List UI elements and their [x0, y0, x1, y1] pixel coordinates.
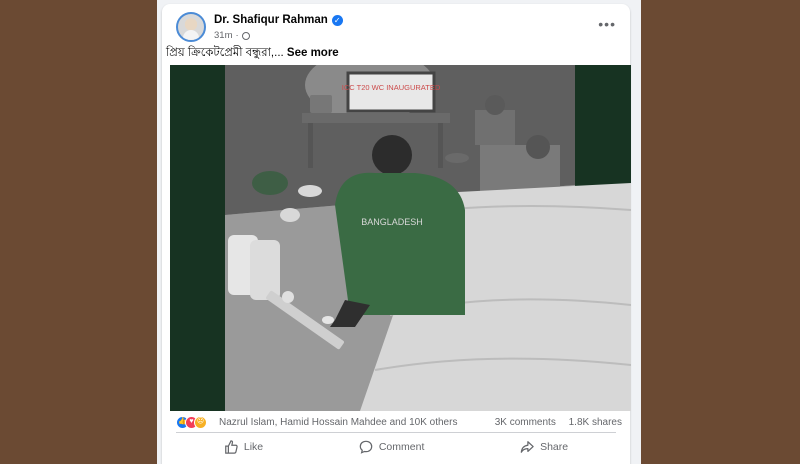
share-label: Share: [540, 441, 569, 453]
like-label: Like: [243, 441, 264, 453]
thumbs-up-icon: [224, 440, 238, 454]
reactions-row: 👍 ♥ ☹ Nazrul Islam, Hamid Hossain Mahdee…: [176, 414, 622, 432]
separator-dot: ·: [235, 30, 239, 41]
comment-button[interactable]: Comment: [349, 435, 435, 459]
post-header: Dr. Shafiqur Rahman ✓ 31m · •••: [176, 12, 620, 48]
post-actions: Like Comment Share: [176, 435, 616, 459]
shares-count[interactable]: 1.8K shares: [569, 417, 622, 428]
globe-icon: [241, 31, 250, 40]
see-more-link[interactable]: See more: [287, 47, 339, 59]
author-name[interactable]: Dr. Shafiqur Rahman: [214, 14, 328, 26]
post-text: প্রিয় ক্রিকেটপ্রেমী বন্ধুরা,... See mor…: [166, 44, 339, 63]
share-button[interactable]: Share: [510, 435, 578, 459]
share-icon: [520, 441, 534, 453]
post-image[interactable]: ICC T20 WC INAUGURATED BANGLADESH: [170, 65, 631, 411]
comments-count[interactable]: 3K comments: [495, 417, 556, 428]
tv-text: ICC T20 WC INAUGURATED: [342, 83, 441, 92]
verified-badge-icon: ✓: [331, 14, 343, 26]
post-text-content: প্রিয় ক্রিকেটপ্রেমী বন্ধুরা,...: [166, 47, 284, 59]
post-card: Dr. Shafiqur Rahman ✓ 31m · ••• প্রিয় ক…: [162, 4, 631, 464]
reaction-icons[interactable]: 👍 ♥ ☹: [176, 416, 207, 429]
comment-icon: [359, 440, 373, 454]
reaction-names[interactable]: Nazrul Islam, Hamid Hossain Mahdee and 1…: [219, 417, 457, 428]
comment-label: Comment: [378, 441, 425, 453]
sad-reaction-icon: ☹: [194, 416, 207, 429]
like-button[interactable]: Like: [214, 435, 273, 459]
post-time[interactable]: 31m: [214, 30, 232, 41]
actions-divider: [176, 432, 616, 433]
post-meta: 31m ·: [214, 30, 250, 41]
author-row: Dr. Shafiqur Rahman ✓: [214, 14, 343, 26]
engagement-counts: 3K comments 1.8K shares: [495, 417, 622, 428]
more-options-button[interactable]: •••: [598, 16, 616, 32]
author-avatar[interactable]: [176, 12, 206, 42]
jersey-text: BANGLADESH: [361, 217, 423, 227]
post-illustration: ICC T20 WC INAUGURATED BANGLADESH: [170, 65, 631, 411]
